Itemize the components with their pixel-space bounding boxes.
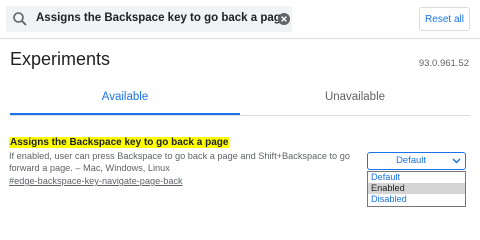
- option-default[interactable]: Default: [368, 172, 465, 183]
- top-bar: Assigns the Backspace key to go back a p…: [0, 0, 480, 39]
- page-title: Experiments: [10, 49, 111, 69]
- chevron-down-icon: [452, 158, 461, 164]
- experiment-link[interactable]: #edge-backspace-key-navigate-page-back: [9, 176, 183, 186]
- tab-available[interactable]: Available: [10, 86, 240, 115]
- reset-all-button[interactable]: Reset all: [419, 7, 470, 31]
- experiment-state-select[interactable]: Default: [367, 152, 466, 170]
- experiment-name: Assigns the Backspace key to go back a p…: [9, 137, 230, 148]
- clear-icon[interactable]: [278, 13, 290, 25]
- tab-bar: Available Unavailable: [10, 86, 470, 116]
- search-input[interactable]: Assigns the Backspace key to go back a p…: [36, 12, 287, 24]
- select-value: Default: [395, 155, 427, 166]
- search-box[interactable]: Assigns the Backspace key to go back a p…: [6, 6, 292, 32]
- option-enabled[interactable]: Enabled: [368, 183, 465, 194]
- experiment-description: If enabled, user can press Backspace to …: [9, 151, 350, 173]
- search-icon: [13, 12, 27, 26]
- version-label: 93.0.961.52: [418, 58, 469, 69]
- select-dropdown: Default Enabled Disabled: [367, 171, 466, 207]
- tabs-divider: [10, 115, 470, 116]
- tab-unavailable[interactable]: Unavailable: [240, 86, 470, 115]
- option-disabled[interactable]: Disabled: [368, 194, 465, 205]
